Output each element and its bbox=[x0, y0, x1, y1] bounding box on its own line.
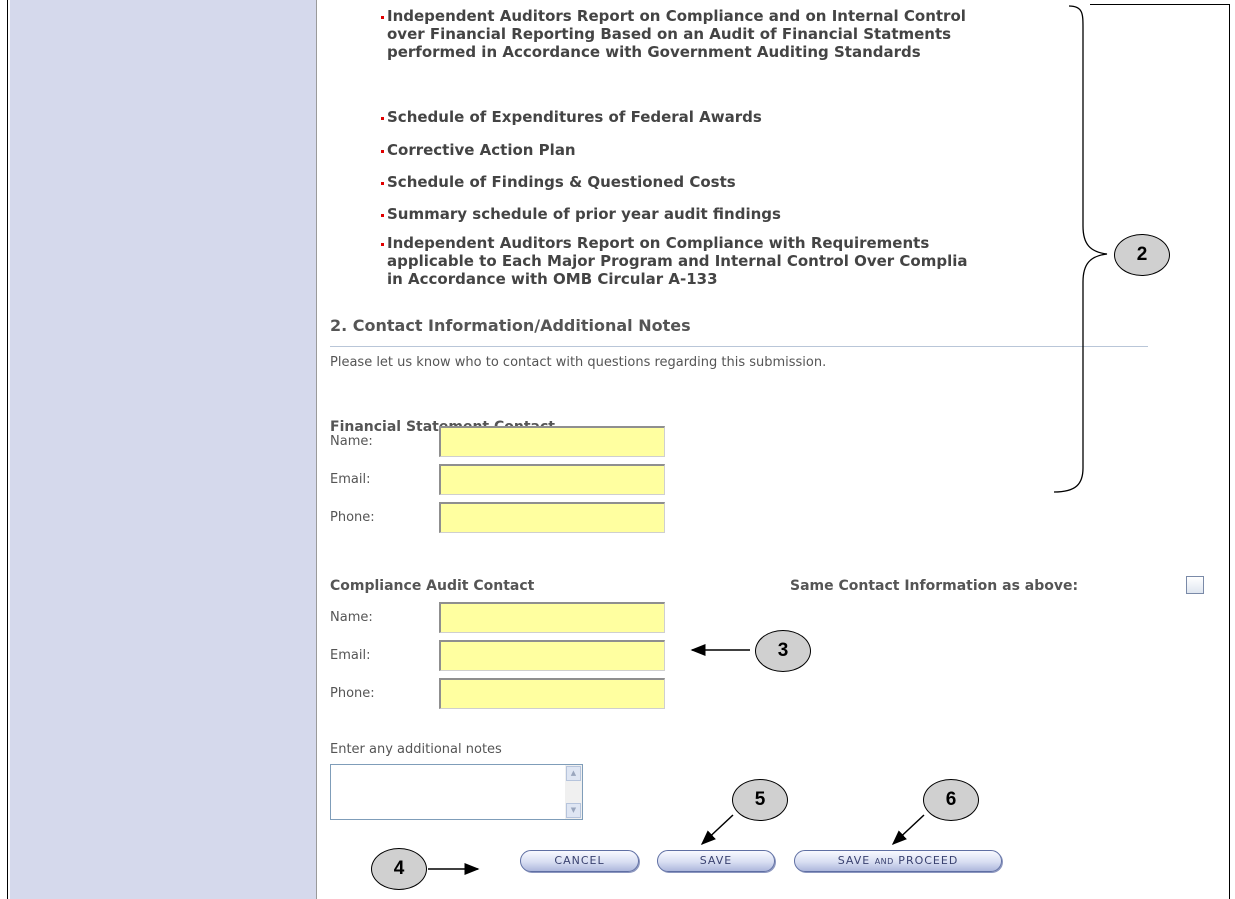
brace-icon bbox=[1053, 5, 1108, 493]
callout-3: 3 bbox=[755, 630, 811, 672]
callout-4: 4 bbox=[371, 848, 427, 890]
annotation-overlay bbox=[428, 5, 1108, 875]
callout-6: 6 bbox=[923, 779, 979, 821]
arrow-5-icon bbox=[700, 814, 734, 846]
callout-5: 5 bbox=[732, 779, 788, 821]
callout-2: 2 bbox=[1114, 234, 1170, 276]
arrow-6-icon bbox=[891, 814, 925, 846]
